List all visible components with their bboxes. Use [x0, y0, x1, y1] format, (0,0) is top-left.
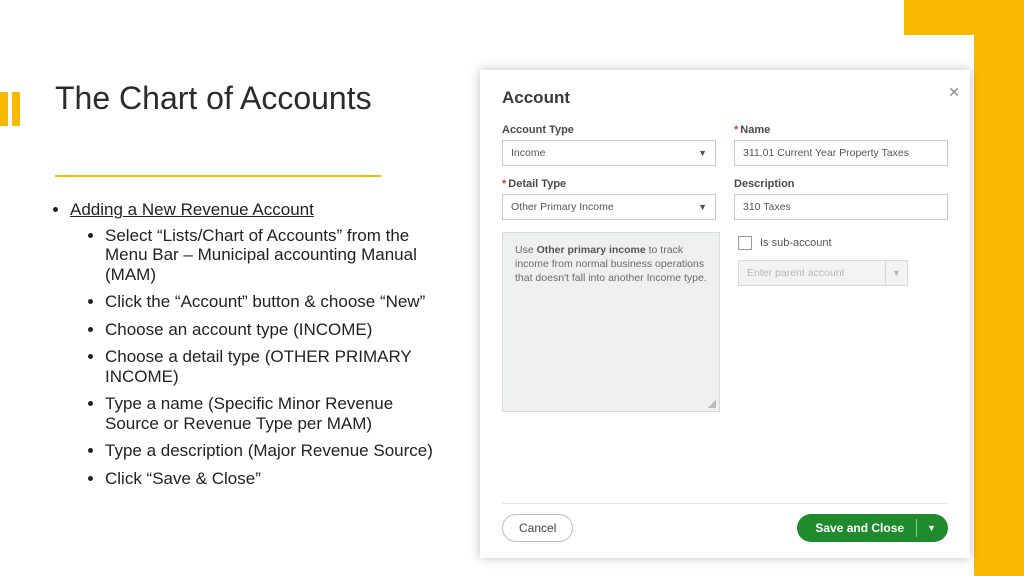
detail-type-value: Other Primary Income — [511, 201, 614, 213]
description-input[interactable]: 310 Taxes — [734, 194, 948, 220]
chevron-down-icon: ▼ — [698, 202, 707, 212]
chevron-down-icon: ▼ — [916, 519, 936, 537]
chevron-down-icon: ▼ — [885, 260, 907, 286]
decor-band-side — [974, 35, 1024, 576]
dialog-title: Account — [502, 88, 948, 108]
parent-account-placeholder: Enter parent account — [747, 267, 844, 279]
bullet: Type a description (Major Revenue Source… — [105, 441, 450, 461]
sub-account-checkbox[interactable] — [738, 236, 752, 250]
bullet: Click the “Account” button & choose “New… — [105, 292, 450, 312]
detail-type-hint: Use Other primary income to track income… — [502, 232, 720, 412]
slide-content: Adding a New Revenue Account Select “Lis… — [45, 200, 450, 497]
label-description: Description — [734, 178, 948, 190]
account-type-value: Income — [511, 147, 545, 159]
cancel-button[interactable]: Cancel — [502, 514, 573, 542]
detail-type-select[interactable]: Other Primary Income ▼ — [502, 194, 716, 220]
account-type-select[interactable]: Income ▼ — [502, 140, 716, 166]
chevron-down-icon: ▼ — [698, 148, 707, 158]
bullet: Select “Lists/Chart of Accounts” from th… — [105, 226, 450, 285]
name-input[interactable]: 311.01 Current Year Property Taxes — [734, 140, 948, 166]
label-name: Name — [734, 124, 948, 136]
slide-title: The Chart of Accounts — [55, 80, 455, 117]
dialog-separator — [502, 503, 948, 504]
bullet: Choose a detail type (OTHER PRIMARY INCO… — [105, 347, 450, 386]
parent-account-select[interactable]: Enter parent account ▼ — [738, 260, 908, 286]
save-label: Save and Close — [815, 521, 904, 535]
slide-subhead: Adding a New Revenue Account — [70, 200, 314, 219]
label-account-type: Account Type — [502, 124, 716, 136]
close-icon[interactable]: ✕ — [948, 84, 960, 101]
bullet: Choose an account type (INCOME) — [105, 320, 450, 340]
label-detail-type: Detail Type — [502, 178, 716, 190]
description-value: 310 Taxes — [743, 201, 791, 213]
decor-band-top — [904, 0, 1024, 35]
label-sub-account: Is sub-account — [760, 237, 832, 249]
bullet: Click “Save & Close” — [105, 469, 450, 489]
account-dialog: ✕ Account Account Type Income ▼ Name 311… — [480, 70, 970, 558]
bullet: Type a name (Specific Minor Revenue Sour… — [105, 394, 450, 433]
name-value: 311.01 Current Year Property Taxes — [743, 147, 909, 159]
save-and-close-button[interactable]: Save and Close ▼ — [797, 514, 948, 542]
title-underline — [55, 175, 381, 177]
